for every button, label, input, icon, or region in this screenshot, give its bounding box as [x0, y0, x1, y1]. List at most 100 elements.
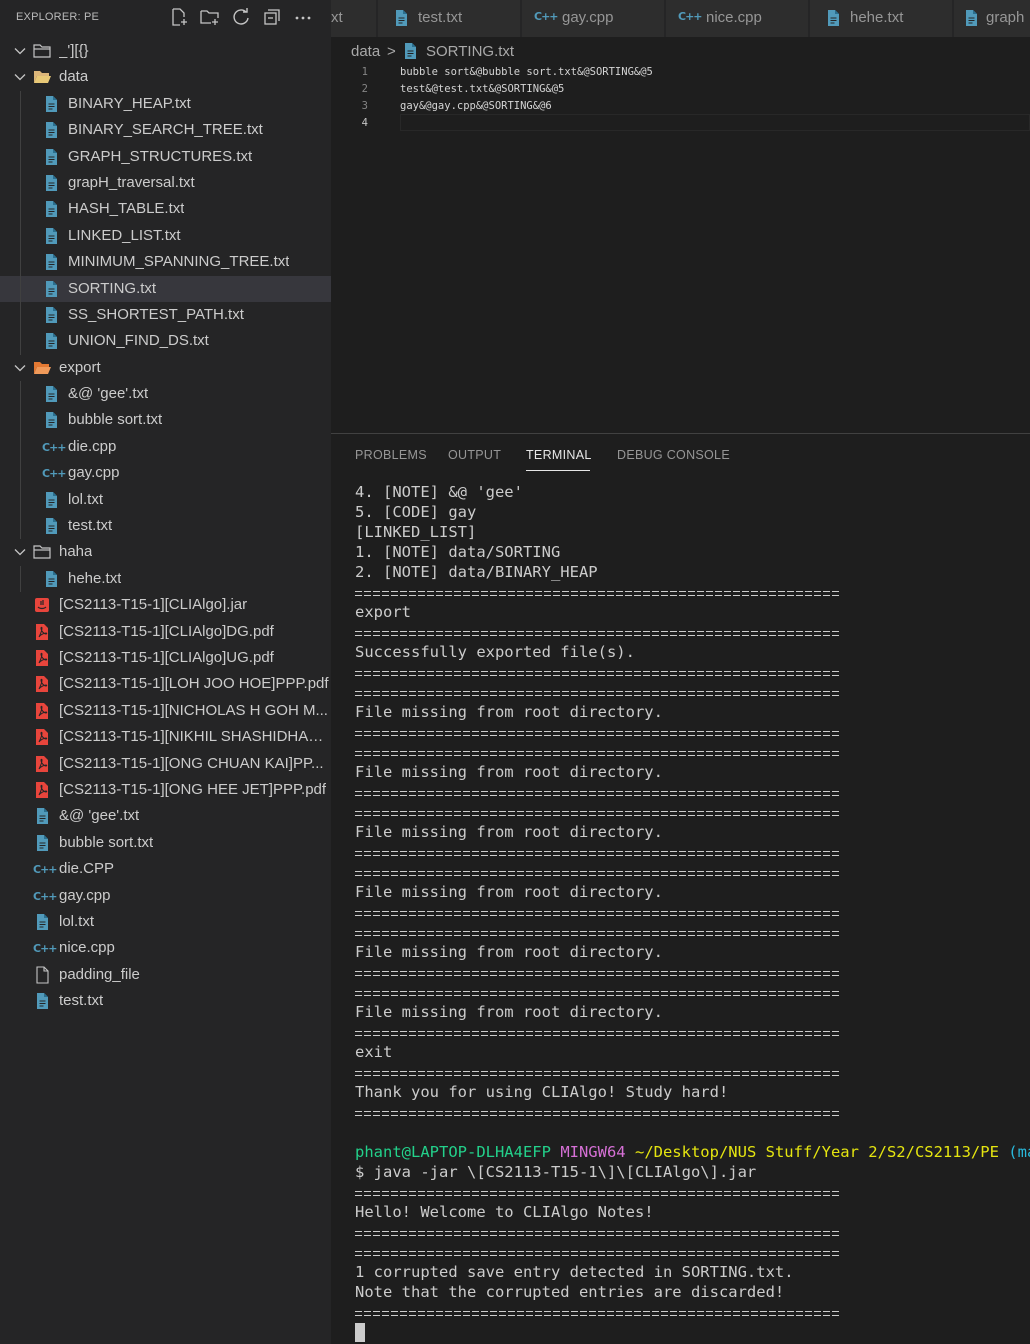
- file-row[interactable]: SORTING.txt: [0, 275, 331, 302]
- chevron-down-icon[interactable]: [13, 545, 27, 559]
- file-row[interactable]: [CS2113-T15-1][CLIAlgo]DG.pdf: [0, 619, 331, 645]
- terminal-prompt: phant@LAPTOP-DLHA4EFP MINGW64 ~/Desktop/…: [355, 1142, 1030, 1162]
- file-row[interactable]: &@ 'gee'.txt: [0, 803, 331, 829]
- code-line[interactable]: 2 test&@test.txt&@SORTING&@5: [331, 82, 1030, 99]
- breadcrumb-file[interactable]: SORTING.txt: [426, 43, 514, 60]
- code-line[interactable]: 1 bubble sort&@bubble sort.txt&@SORTING&@…: [331, 65, 1030, 82]
- editor-tab[interactable]: xt: [331, 0, 377, 37]
- text-file-icon: [42, 491, 60, 509]
- breadcrumb-folder[interactable]: data: [351, 43, 380, 60]
- tree-item-label: bubble sort.txt: [59, 833, 154, 851]
- file-row[interactable]: UNION_FIND_DS.txt: [0, 328, 331, 355]
- file-row[interactable]: BINARY_SEARCH_TREE.txt: [0, 117, 331, 144]
- separator-stroke: [355, 935, 841, 936]
- tree-item-label: [CS2113-T15-1][ONG CHUAN KAI]PP...: [59, 754, 324, 772]
- file-row[interactable]: bubble sort.txt: [0, 830, 331, 856]
- pdf-file-icon: [33, 702, 51, 720]
- editor-tab[interactable]: C++ gay.cpp: [522, 0, 665, 37]
- file-row[interactable]: C++ gay.cpp: [0, 460, 331, 487]
- code-line[interactable]: 3 gay&@gay.cpp&@SORTING&@6: [331, 99, 1030, 116]
- tree-item-label: [CS2113-T15-1][CLIAlgo]UG.pdf: [59, 648, 274, 666]
- editor-tab[interactable]: hehe.txt: [810, 0, 953, 37]
- separator-stroke: [355, 1115, 841, 1116]
- more-actions-icon[interactable]: [292, 6, 314, 28]
- file-row[interactable]: hehe.txt: [0, 565, 331, 593]
- tab-output[interactable]: OUTPUT: [448, 448, 501, 462]
- separator-stroke: [355, 851, 841, 852]
- text-file-icon: [401, 42, 419, 60]
- editor-tab[interactable]: test.txt: [378, 0, 521, 37]
- folder-row[interactable]: haha: [0, 539, 331, 565]
- breadcrumb: data > SORTING.txt: [331, 37, 1030, 65]
- file-row[interactable]: C++ gay.cpp: [0, 883, 331, 909]
- tab-terminal[interactable]: TERMINAL: [526, 448, 592, 462]
- file-row[interactable]: test.txt: [0, 513, 331, 540]
- text-file-icon: [42, 227, 60, 245]
- terminal-line: [LINKED_LIST]: [355, 523, 477, 541]
- file-row[interactable]: HASH_TABLE.txt: [0, 196, 331, 223]
- file-row[interactable]: [CS2113-T15-1][NICHOLAS H GOH M...: [0, 698, 331, 724]
- indent-guide: [20, 249, 21, 276]
- code-editor[interactable]: 1 bubble sort&@bubble sort.txt&@SORTING&@…: [331, 65, 1030, 433]
- terminal-line: File missing from root directory.: [355, 943, 663, 961]
- pdf-file-icon: [33, 755, 51, 773]
- separator-stroke: [355, 995, 841, 996]
- cpp-file-icon: C++: [33, 889, 57, 903]
- file-row[interactable]: SS_SHORTEST_PATH.txt: [0, 301, 331, 329]
- tree-item-label: gay.cpp: [59, 886, 111, 904]
- file-row[interactable]: [CS2113-T15-1][NIKHIL SHASHIDHAR...: [0, 724, 331, 750]
- file-row[interactable]: LINKED_LIST.txt: [0, 222, 331, 250]
- file-row[interactable]: bubble sort.txt: [0, 407, 331, 434]
- separator-stroke: [355, 1235, 841, 1236]
- indent-guide: [20, 275, 21, 302]
- refresh-icon[interactable]: [230, 6, 252, 28]
- separator-stroke: [355, 675, 841, 676]
- separator-stroke: [355, 1111, 841, 1112]
- code-line[interactable]: 4: [331, 116, 1030, 133]
- file-row[interactable]: [CS2113-T15-1][ONG CHUAN KAI]PP...: [0, 751, 331, 777]
- explorer-title: EXPLORER: PE: [16, 11, 100, 23]
- chevron-down-icon[interactable]: [13, 70, 27, 84]
- chevron-down-icon[interactable]: [13, 44, 27, 58]
- file-row[interactable]: &@ 'gee'.txt: [0, 381, 331, 408]
- folder-row[interactable]: export: [0, 355, 331, 381]
- bottom-panel: PROBLEMS OUTPUT TERMINAL DEBUG CONSOLE 4…: [331, 433, 1030, 1344]
- indent-guide: [20, 196, 21, 223]
- file-row[interactable]: GRAPH_STRUCTURES.txt: [0, 143, 331, 170]
- text-file-icon: [42, 280, 60, 298]
- separator-stroke: [355, 855, 841, 856]
- folder-row[interactable]: _'][{}: [0, 38, 331, 64]
- file-row[interactable]: test.txt: [0, 988, 331, 1014]
- tab-debug-console[interactable]: DEBUG CONSOLE: [617, 448, 730, 462]
- text-file-icon: [42, 517, 60, 535]
- indent-guide: [20, 117, 21, 144]
- tree-item-label: [CS2113-T15-1][NICHOLAS H GOH M...: [59, 701, 328, 719]
- file-row[interactable]: padding_file: [0, 962, 331, 988]
- indent-guide: [20, 513, 21, 540]
- file-row[interactable]: BINARY_HEAP.txt: [0, 90, 331, 118]
- terminal-separator: [355, 1102, 841, 1122]
- file-row[interactable]: [CS2113-T15-1][LOH JOO HOE]PPP.pdf: [0, 671, 331, 697]
- terminal-separator: [355, 1022, 841, 1042]
- editor-tab[interactable]: C++ nice.cpp: [666, 0, 809, 37]
- file-row[interactable]: [CS2113-T15-1][CLIAlgo].jar: [0, 592, 331, 618]
- file-row[interactable]: lol.txt: [0, 909, 331, 935]
- chevron-down-icon[interactable]: [13, 361, 27, 375]
- tree-item-label: gay.cpp: [68, 464, 120, 482]
- file-row[interactable]: grapH_traversal.txt: [0, 169, 331, 197]
- file-row[interactable]: MINIMUM_SPANNING_TREE.txt: [0, 249, 331, 276]
- file-row[interactable]: [CS2113-T15-1][CLIAlgo]UG.pdf: [0, 645, 331, 671]
- active-tab-indicator: [526, 470, 590, 471]
- file-row[interactable]: [CS2113-T15-1][ONG HEE JET]PPP.pdf: [0, 777, 331, 803]
- folder-row[interactable]: data: [0, 64, 331, 90]
- file-row[interactable]: C++ nice.cpp: [0, 935, 331, 961]
- new-file-icon[interactable]: [168, 6, 190, 28]
- editor-tab[interactable]: graph: [954, 0, 1030, 37]
- file-row[interactable]: C++ die.cpp: [0, 433, 331, 461]
- cpp-file-icon: C++: [534, 10, 558, 23]
- file-row[interactable]: C++ die.CPP: [0, 856, 331, 882]
- new-folder-icon[interactable]: [199, 6, 221, 28]
- file-row[interactable]: lol.txt: [0, 486, 331, 514]
- tab-problems[interactable]: PROBLEMS: [355, 448, 427, 462]
- collapse-all-icon[interactable]: [261, 6, 283, 28]
